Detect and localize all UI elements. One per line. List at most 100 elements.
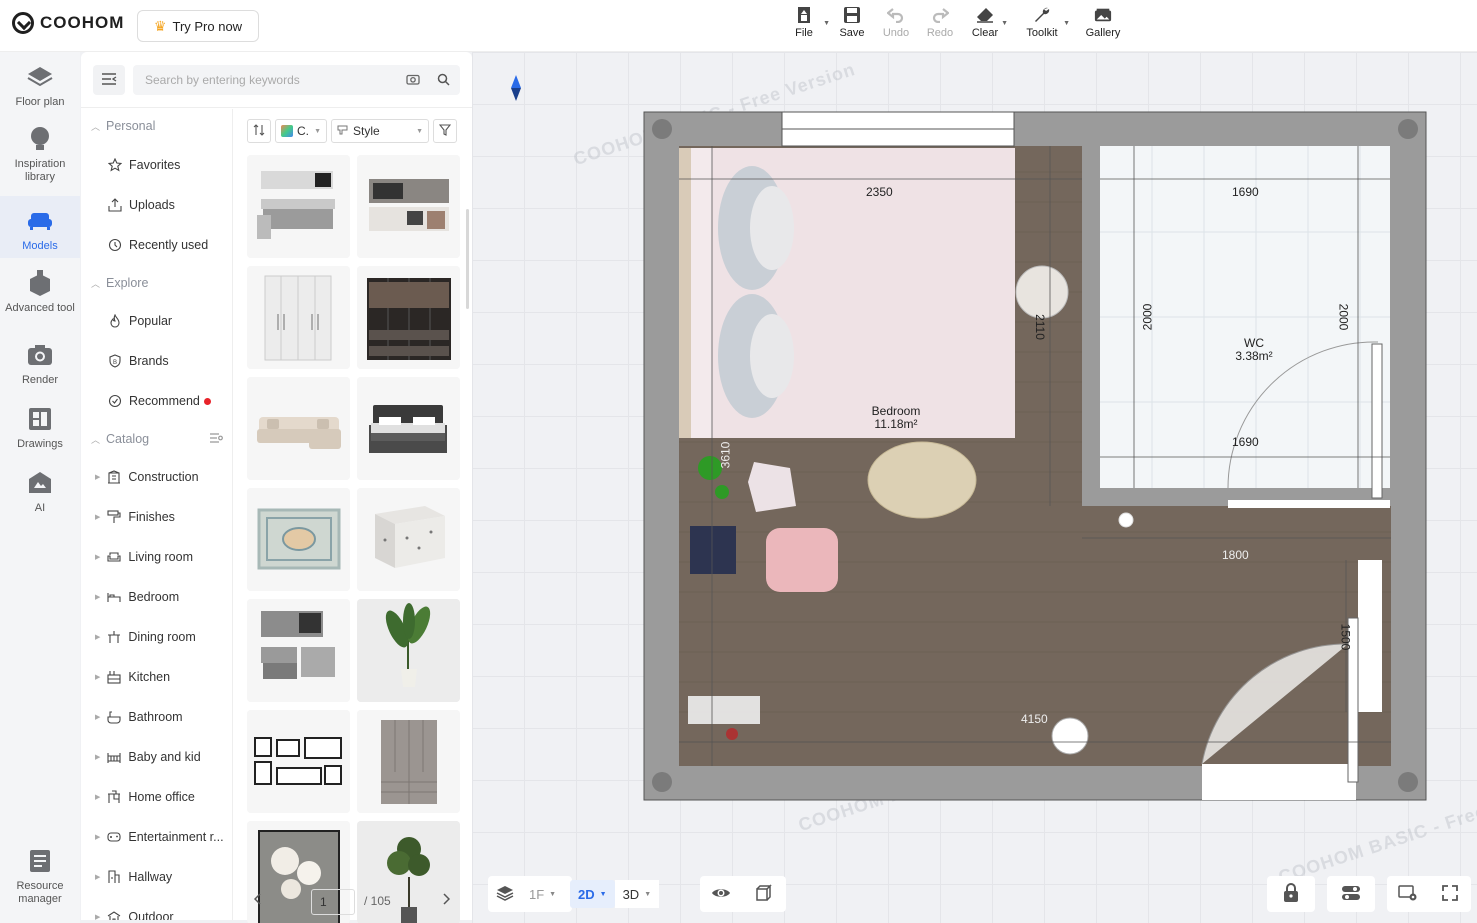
rail-item-floor-plan[interactable]: Floor plan [0, 64, 80, 120]
page-number-input[interactable]: 1 [311, 889, 355, 915]
desk-icon [106, 789, 122, 805]
top-bar: COOHOM ♛ Try Pro now File ▼ Save Undo Re… [0, 0, 1477, 52]
catalog-item-kitchen[interactable]: ▶ Kitchen [81, 657, 232, 697]
nav-recommend[interactable]: Recommend [81, 381, 232, 421]
fullscreen-button[interactable] [1429, 880, 1471, 908]
floor-dropdown[interactable]: 1F ▼ [488, 880, 564, 908]
search-input[interactable]: Search by entering keywords [145, 73, 300, 87]
rail-label: Drawings [17, 438, 63, 450]
catalog-item-outdoor[interactable]: ▶ Outdoor [81, 897, 232, 920]
model-thumbnail-wardrobe-white[interactable] [247, 266, 350, 369]
model-thumbnail-picture-frames[interactable] [247, 710, 350, 813]
model-thumbnail-kitchen-unit[interactable] [357, 155, 460, 258]
visibility-button[interactable] [700, 880, 742, 908]
material-view-button[interactable] [742, 880, 784, 908]
rail-item-advanced-tool[interactable]: Advanced tool [0, 270, 80, 326]
toolkit-button[interactable]: Toolkit ▼ [1006, 6, 1078, 39]
dimension-label: 2000 [1140, 303, 1155, 331]
nav-popular[interactable]: Popular [81, 301, 232, 341]
fire-icon [107, 313, 123, 329]
chevron-down-icon: ▼ [1063, 20, 1070, 27]
model-thumbnail-cabinet-gray[interactable] [357, 710, 460, 813]
catalog-item-bedroom[interactable]: ▶ Bedroom [81, 577, 232, 617]
floor-plan-drawing[interactable] [472, 52, 1477, 923]
catalog-item-label: Bedroom [128, 590, 180, 604]
room-label-bedroom[interactable]: Bedroom 11.18m² [866, 405, 926, 431]
design-canvas[interactable]: COOHOM BASIC - Free Version COOHOM BASIC… [472, 52, 1477, 923]
nav-recently-used[interactable]: Recently used [81, 225, 232, 265]
catalog-settings-icon[interactable] [209, 432, 223, 447]
room-label-wc[interactable]: WC 3.38m² [1224, 337, 1284, 363]
sofa-outline-icon [106, 549, 122, 565]
view-settings-button[interactable] [1387, 880, 1429, 908]
view-mode-switch: 2D ▼ 3D ▼ [570, 876, 686, 912]
section-explore[interactable]: ︿ Explore [81, 268, 232, 298]
style-filter-dropdown[interactable]: Style ▼ [331, 119, 429, 143]
catalog-item-finishes[interactable]: ▶ Finishes [81, 497, 232, 537]
model-thumbnail-rug-patterned[interactable] [247, 488, 350, 591]
section-catalog[interactable]: ︿ Catalog [81, 424, 232, 454]
color-filter-label: C. [297, 124, 309, 138]
color-filter-dropdown[interactable]: C. ▼ [275, 119, 327, 143]
rail-item-drawings[interactable]: Drawings [0, 406, 80, 462]
interior-wall[interactable] [1082, 488, 1228, 506]
model-thumbnail-wardrobe-open[interactable] [357, 266, 460, 369]
previous-page-button[interactable] [253, 893, 262, 908]
catalog-item-entertainment-r[interactable]: ▶ Entertainment r... [81, 817, 232, 857]
history-icon [107, 237, 123, 253]
next-page-button[interactable] [442, 893, 451, 908]
wrench-icon [1033, 6, 1051, 24]
resource-manager-icon [27, 848, 53, 874]
save-button[interactable]: Save [828, 6, 876, 39]
undo-button[interactable]: Undo [876, 6, 916, 39]
camera-search-icon[interactable] [406, 73, 420, 88]
rail-item-models[interactable]: Models [0, 196, 80, 258]
interior-wall[interactable] [1082, 146, 1100, 506]
model-thumbnail-bed-dark[interactable] [357, 377, 460, 480]
try-pro-button[interactable]: ♛ Try Pro now [137, 10, 259, 42]
search-icon[interactable] [437, 73, 450, 89]
rail-label: Resource manager [16, 880, 64, 905]
dimension-label: 2350 [866, 185, 893, 199]
filter-button[interactable] [433, 119, 457, 143]
search-box[interactable]: Search by entering keywords [133, 65, 460, 95]
lock-button[interactable] [1275, 880, 1307, 908]
model-thumbnail-kitchen-gray[interactable] [247, 599, 350, 702]
caret-right-icon: ▶ [95, 914, 101, 920]
rail-item-resource-manager[interactable]: Resource manager [0, 848, 80, 908]
toggle-settings-button[interactable] [1333, 880, 1369, 908]
model-thumbnail-sofa-sectional[interactable] [247, 377, 350, 480]
section-personal[interactable]: ︿ Personal [81, 111, 232, 141]
catalog-item-living-room[interactable]: ▶ Living room [81, 537, 232, 577]
lock-control [1267, 876, 1315, 912]
view-2d-button[interactable]: 2D ▼ [570, 880, 615, 908]
nav-brands[interactable]: B Brands [81, 341, 232, 381]
nav-uploads[interactable]: Uploads [81, 185, 232, 225]
catalog-item-label: Hallway [128, 870, 173, 884]
rail-item-inspiration-library[interactable]: Inspiration library [0, 126, 80, 190]
caret-right-icon: ▶ [95, 834, 101, 841]
catalog-item-baby-and-kid[interactable]: ▶ Baby and kid [81, 737, 232, 777]
clear-button[interactable]: Clear ▼ [964, 6, 1008, 39]
rail-item-render[interactable]: Render [0, 342, 80, 398]
view-3d-button[interactable]: 3D ▼ [614, 880, 660, 908]
rail-item-ai[interactable]: AI [0, 470, 80, 522]
model-thumbnail-terrazzo-table[interactable] [357, 488, 460, 591]
catalog-item-bathroom[interactable]: ▶ Bathroom [81, 697, 232, 737]
catalog-item-construction[interactable]: ▶ Construction [81, 457, 232, 497]
grid-scrollbar[interactable] [466, 209, 469, 309]
coohom-logo[interactable]: COOHOM [12, 12, 124, 34]
catalog-item-dining-room[interactable]: ▶ Dining room [81, 617, 232, 657]
nav-favorites[interactable]: Favorites [81, 145, 232, 185]
model-thumbnail-l-kitchen[interactable] [247, 155, 350, 258]
redo-button[interactable]: Redo [916, 6, 964, 39]
compass-icon[interactable] [510, 74, 522, 105]
catalog-item-home-office[interactable]: ▶ Home office [81, 777, 232, 817]
sort-button[interactable] [247, 119, 271, 143]
gallery-button[interactable]: Gallery [1078, 6, 1128, 39]
main-toolbar: File ▼ Save Undo Redo Clear ▼ Toolkit ▼ … [780, 6, 1128, 39]
model-thumbnail-plant-tall[interactable] [357, 599, 460, 702]
collapse-panel-button[interactable] [93, 65, 125, 95]
catalog-item-hallway[interactable]: ▶ Hallway [81, 857, 232, 897]
file-button[interactable]: File ▼ [780, 6, 830, 39]
